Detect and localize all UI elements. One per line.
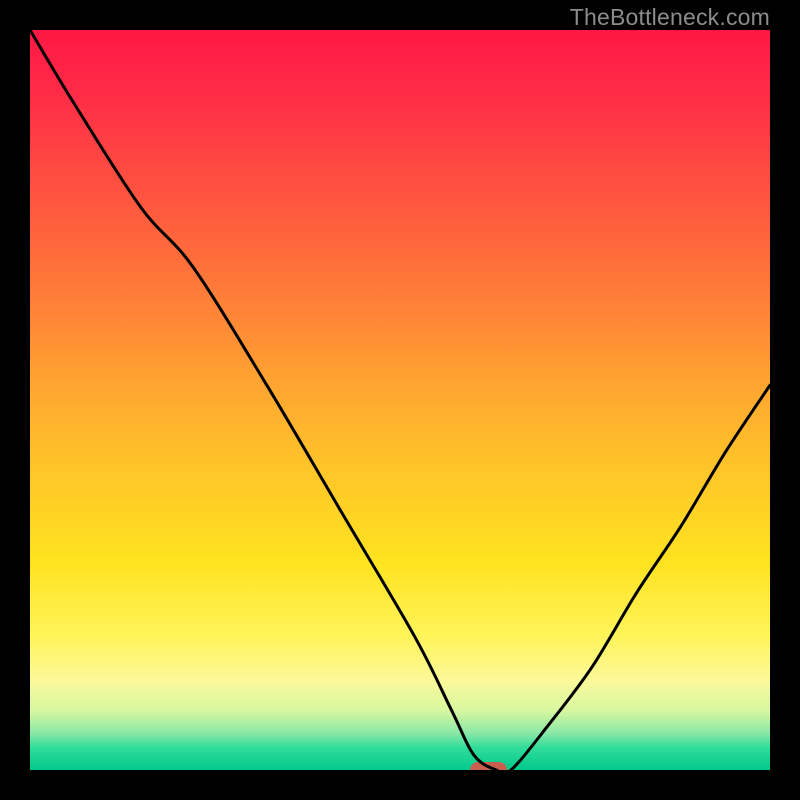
watermark-label: TheBottleneck.com bbox=[570, 4, 770, 31]
chart-frame: TheBottleneck.com bbox=[0, 0, 800, 800]
plot-area bbox=[30, 30, 770, 770]
bottleneck-curve bbox=[30, 30, 770, 770]
